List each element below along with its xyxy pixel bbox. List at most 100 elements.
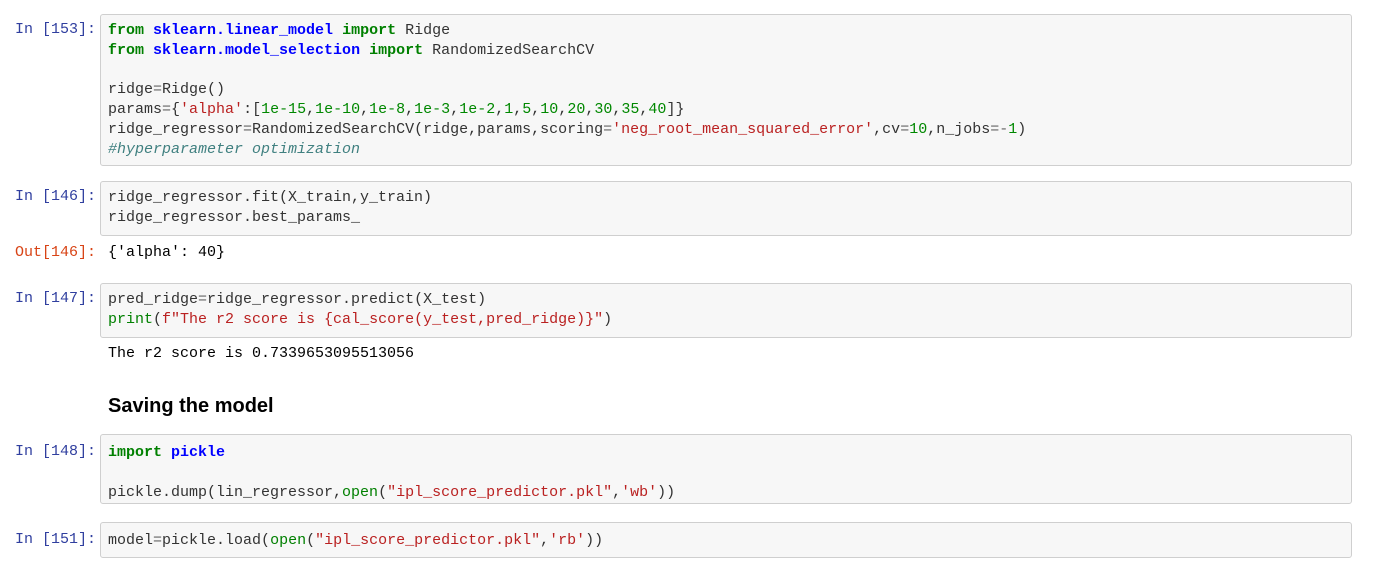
cell-output: {'alpha': 40} [108, 244, 226, 261]
code-token: ,cv [873, 120, 901, 138]
code-token: )) [657, 483, 676, 501]
code-token: from [108, 22, 145, 39]
code-token: pickle.load( [162, 532, 271, 549]
code-token: params [108, 101, 163, 119]
code-token: open [342, 483, 379, 501]
code-token: print [108, 310, 154, 328]
code-line: ridge_regressor=RandomizedSearchCV(ridge… [108, 120, 1344, 140]
input-prompt: In [153]: [14, 21, 96, 38]
code-token: pickle [171, 444, 226, 461]
code-token: = [162, 101, 172, 119]
code-token: 1 [1008, 120, 1018, 138]
code-token: ( [153, 310, 163, 328]
code-line: pred_ridge=ridge_regressor.predict(X_tes… [108, 290, 1344, 310]
code-token: 1e-3 [414, 101, 451, 119]
code-line: #hyperparameter optimization [108, 140, 1344, 160]
code-token: = [603, 120, 613, 138]
code-token: = [243, 120, 253, 138]
output-prompt: Out[146]: [14, 244, 96, 261]
code-token: ridge_regressor.fit(X_train,y_train) [108, 189, 433, 206]
input-prompt: In [148]: [14, 443, 96, 460]
code-token: { [171, 101, 181, 119]
code-token: 1 [504, 101, 514, 119]
code-token: "ipl_score_predictor.pkl" [315, 532, 541, 549]
code-token: = [198, 291, 208, 308]
code-token: 'wb' [621, 483, 658, 501]
code-token: open [270, 532, 307, 549]
code-line: ridge_regressor.fit(X_train,y_train) [108, 188, 1344, 208]
code-editor[interactable]: ridge_regressor.fit(X_train,y_train)ridg… [100, 181, 1352, 236]
code-token: = [153, 532, 163, 549]
code-line: from sklearn.model_selection import Rand… [108, 41, 1344, 61]
code-editor[interactable]: model=pickle.load(open("ipl_score_predic… [100, 522, 1352, 558]
code-token: import [369, 41, 424, 59]
code-token: "ipl_score_predictor.pkl" [387, 483, 613, 501]
code-token: , [405, 101, 415, 119]
code-editor[interactable]: import pickle​pickle.dump(lin_regressor,… [100, 434, 1352, 504]
code-editor[interactable]: pred_ridge=ridge_regressor.predict(X_tes… [100, 283, 1352, 338]
code-token: 35 [621, 101, 640, 119]
code-token: #hyperparameter optimization [108, 140, 361, 158]
code-token: 'alpha' [180, 101, 244, 119]
code-line: ridge_regressor.best_params_ [108, 208, 1344, 228]
code-token: 30 [594, 101, 613, 119]
code-token: , [306, 101, 316, 119]
code-token: =- [990, 120, 1009, 138]
code-token: ( [378, 483, 388, 501]
code-editor[interactable]: from sklearn.linear_model import Ridge fr… [100, 14, 1352, 166]
code-token: import [342, 22, 397, 39]
code-token: 1e-8 [369, 101, 406, 119]
code-token: 10 [909, 120, 928, 138]
code-token: , [612, 483, 622, 501]
code-token: 1e-10 [315, 101, 361, 119]
code-token: sklearn.linear_model [153, 22, 334, 39]
code-text: pred_ridge=ridge_regressor.predict(X_tes… [108, 290, 1344, 330]
code-token: f"The r2 score is {cal_score(y_test,pred… [162, 310, 604, 328]
code-token: 1e-15 [261, 101, 307, 119]
code-token: , [360, 101, 370, 119]
code-line: model=pickle.load(open("ipl_score_predic… [108, 531, 1344, 551]
code-token: ) [1017, 120, 1027, 138]
code-token: pickle.dump(lin_regressor, [108, 483, 343, 501]
code-token: ) [603, 310, 613, 328]
code-token: , [558, 101, 568, 119]
code-token: RandomizedSearchCV [423, 41, 595, 59]
code-token: sklearn.model_selection [153, 41, 361, 59]
code-text: model=pickle.load(open("ipl_score_predic… [108, 531, 1344, 551]
code-token: 5 [522, 101, 532, 119]
code-line: ​ [108, 61, 1344, 81]
code-text: from sklearn.linear_model import Ridge fr… [108, 21, 1344, 160]
code-token: ridge_regressor [108, 120, 244, 138]
code-token: model [108, 532, 154, 549]
code-token: Ridge [396, 22, 451, 39]
code-token: , [450, 101, 460, 119]
code-token: 'neg_root_mean_squared_error' [612, 120, 874, 138]
code-line: import pickle [108, 443, 1344, 463]
input-prompt: In [147]: [14, 290, 96, 307]
code-token: ]} [666, 101, 685, 119]
code-token: ,n_jobs [927, 120, 991, 138]
cell-stdout: The r2 score is 0.7339653095513056 [108, 345, 415, 362]
code-token: )) [585, 532, 604, 549]
code-token: 20 [567, 101, 586, 119]
code-token: RandomizedSearchCV(ridge,params,scoring [252, 120, 604, 138]
code-token: , [495, 101, 505, 119]
code-text: import pickle​pickle.dump(lin_regressor,… [108, 443, 1344, 502]
code-token: pred_ridge [108, 291, 199, 308]
markdown-heading: Saving the model [108, 395, 274, 417]
code-token: import [108, 444, 163, 461]
code-token: Ridge() [162, 81, 226, 99]
code-token: 40 [648, 101, 667, 119]
code-token: , [540, 532, 550, 549]
code-token: , [513, 101, 523, 119]
input-prompt: In [151]: [14, 531, 96, 548]
code-token: ridge_regressor.predict(X_test) [207, 291, 487, 308]
code-token: ( [306, 532, 316, 549]
code-line: from sklearn.linear_model import Ridge [108, 21, 1344, 41]
code-token: ridge_regressor.best_params_ [108, 208, 361, 226]
